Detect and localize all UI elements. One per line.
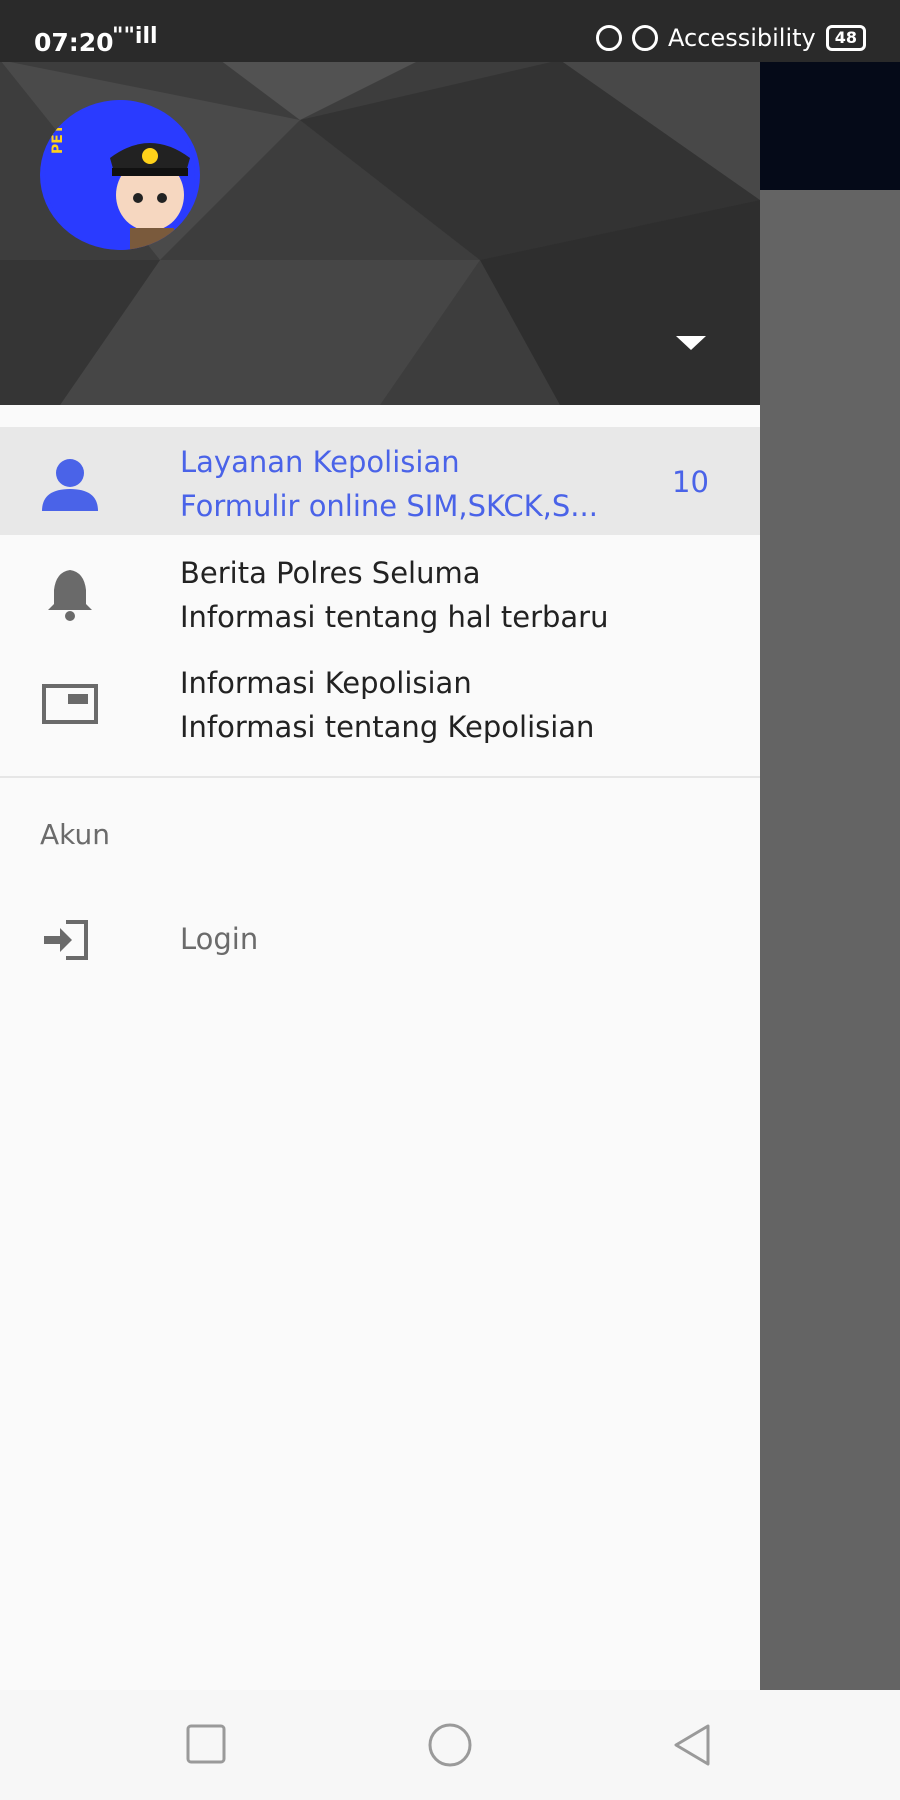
bell-icon: [48, 570, 92, 621]
avatar-text: PETUGAS: [50, 100, 66, 154]
account-dropdown-icon[interactable]: [676, 336, 706, 350]
menu-item-title: Berita Polres Seluma: [180, 556, 481, 590]
login-label: Login: [180, 922, 259, 956]
recents-button[interactable]: [182, 1720, 232, 1770]
profile-avatar[interactable]: PETUGAS: [40, 100, 200, 250]
menu-item-title: Informasi Kepolisian: [180, 666, 472, 700]
menu-item-count-badge: 10: [672, 465, 709, 499]
navigation-drawer: PETUGAS Layanan Kepolisian Formulir onli…: [0, 0, 760, 1690]
account-section-label: Akun: [40, 818, 110, 851]
menu-item-berita-polres[interactable]: Berita Polres Seluma Informasi tentang h…: [0, 538, 760, 646]
battery-icon: 48: [825, 25, 866, 51]
system-navigation-bar: [0, 1690, 900, 1800]
status-time: 07:20: [34, 28, 114, 57]
alarm-icon: [632, 25, 659, 51]
back-button[interactable]: [668, 1720, 718, 1770]
menu-item-layanan-kepolisian[interactable]: Layanan Kepolisian Formulir online SIM,S…: [0, 427, 760, 535]
accessibility-status-icon: [596, 25, 623, 51]
home-button[interactable]: [425, 1720, 475, 1770]
login-icon: [44, 920, 88, 960]
status-right: Accessibility 48: [596, 24, 866, 52]
menu-item-subtitle: Informasi tentang hal terbaru: [180, 600, 609, 634]
status-bar: 07:20 ""ill Accessibility 48: [0, 0, 900, 62]
accessibility-label: Accessibility: [668, 24, 816, 52]
login-menu-item[interactable]: Login: [0, 902, 760, 982]
person-icon: [42, 459, 98, 511]
signal-icon: ""ill: [112, 24, 158, 49]
card-icon: [42, 684, 98, 724]
menu-item-informasi-kepolisian[interactable]: Informasi Kepolisian Informasi tentang K…: [0, 648, 760, 756]
menu-item-subtitle: Informasi tentang Kepolisian: [180, 710, 595, 744]
menu-item-title: Layanan Kepolisian: [180, 445, 460, 479]
menu-item-subtitle: Formulir online SIM,SKCK,S...: [180, 489, 598, 523]
drawer-divider: [0, 776, 760, 778]
